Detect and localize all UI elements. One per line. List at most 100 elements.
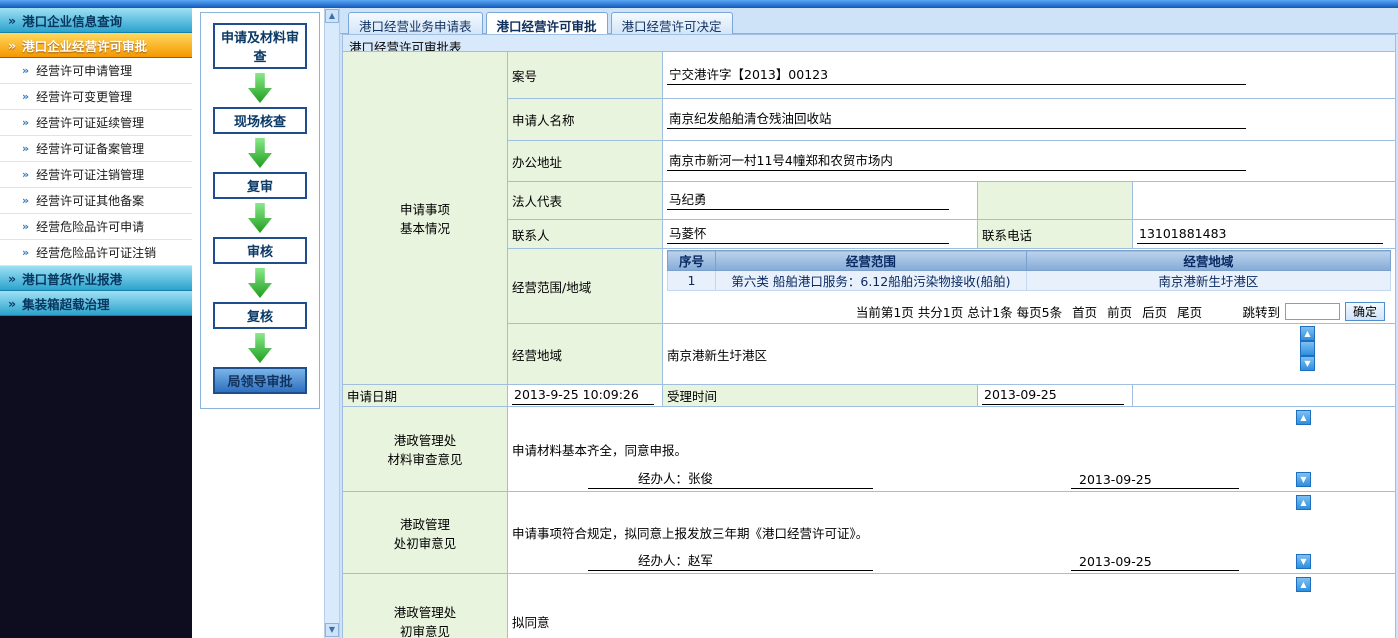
sidebar-item-dangerous-goods-apply[interactable]: » 经营危险品许可申请 — [0, 214, 192, 240]
flow-step-application-review[interactable]: 申请及材料审查 — [213, 23, 307, 69]
pagination-last-link[interactable]: 尾页 — [1177, 302, 1202, 321]
area-value[interactable]: 南京港新生圩港区 — [667, 345, 1391, 364]
sidebar-item-license-approval-group[interactable]: » 港口企业经营许可审批 — [0, 33, 192, 58]
opinion1-label-line1: 港政管理处 — [347, 430, 503, 449]
office-address-value[interactable]: 南京市新河一村11号4幢郑和农贸市场内 — [667, 152, 1246, 171]
scroll-down-icon[interactable]: ▼ — [325, 623, 339, 637]
down-arrow-icon — [248, 333, 272, 363]
case-no-value[interactable]: 宁交港许字【2013】00123 — [667, 66, 1246, 85]
section-label-line1: 申请事项 — [347, 199, 503, 218]
sidebar-item-license-record-mgmt[interactable]: » 经营许可证备案管理 — [0, 136, 192, 162]
sidebar-item-dangerous-goods-cancel[interactable]: » 经营危险品许可证注销 — [0, 240, 192, 266]
flow-step-audit[interactable]: 审核 — [213, 237, 307, 264]
opinion3-content[interactable]: 拟同意 — [512, 612, 1391, 631]
opinion2-label-line1: 港政管理 — [347, 514, 503, 533]
phone-value[interactable]: 13101881483 — [1137, 225, 1383, 244]
tab-license-approval[interactable]: 港口经营许可审批 — [486, 12, 608, 34]
scope-area-label: 经营范围/地域 — [508, 249, 663, 324]
opinion2-label-line2: 处初审意见 — [347, 533, 503, 552]
sidebar-item-label: 经营许可证注销管理 — [36, 166, 144, 183]
menu-sub-icon: » — [22, 220, 29, 233]
scope-table-row[interactable]: 1 第六类 船舶港口服务：6.12船舶污染物接收(船舶) 南京港新生圩港区 — [668, 271, 1391, 291]
scroll-up-icon[interactable]: ▲ — [325, 9, 339, 23]
accept-time-value[interactable]: 2013-09-25 — [982, 386, 1124, 405]
apply-date-value[interactable]: 2013-9-25 10:09:26 — [512, 386, 654, 405]
contact-label: 联系人 — [508, 220, 663, 249]
menu-sub-icon: » — [22, 64, 29, 77]
accept-time-label: 受理时间 — [663, 385, 978, 407]
tab-business-application-form[interactable]: 港口经营业务申请表 — [348, 12, 483, 34]
sidebar-item-label: 经营许可证延续管理 — [36, 114, 144, 131]
case-no-label: 案号 — [508, 52, 663, 99]
flow-step-re-review[interactable]: 复审 — [213, 172, 307, 199]
contact-value[interactable]: 马菱怀 — [667, 225, 949, 244]
menu-sub-icon: » — [22, 116, 29, 129]
sidebar-item-license-change-mgmt[interactable]: » 经营许可变更管理 — [0, 84, 192, 110]
flow-step-site-check[interactable]: 现场核查 — [213, 107, 307, 134]
down-arrow-icon — [248, 73, 272, 103]
sidebar-item-port-enterprise-info[interactable]: » 港口企业信息查询 — [0, 8, 192, 33]
sidebar-item-label: 港口普货作业报港 — [22, 269, 122, 288]
pagination-first-link[interactable]: 首页 — [1072, 302, 1097, 321]
legal-rep-value[interactable]: 马纪勇 — [667, 191, 949, 210]
process-flow-column: 申请及材料审查 现场核查 复审 审核 复核 局领导审批 — [192, 8, 324, 638]
sidebar-item-label: 港口企业信息查询 — [22, 11, 122, 30]
scope-row-no: 1 — [668, 271, 716, 291]
approval-form-table: 申请事项 基本情况 案号 宁交港许字【2013】00123 申请人名称 南京纪发… — [342, 51, 1396, 638]
scroll-up-icon[interactable]: ▲ — [1296, 410, 1311, 425]
empty-green-cell — [978, 182, 1133, 220]
scroll-down-icon[interactable]: ▼ — [1300, 356, 1315, 371]
flow-step-leader-approval[interactable]: 局领导审批 — [213, 367, 307, 394]
scroll-up-icon[interactable]: ▲ — [1296, 577, 1311, 592]
form-title: 港口经营许可审批表 — [342, 34, 1396, 51]
scroll-up-icon[interactable]: ▲ — [1300, 326, 1315, 341]
opinion1-date: 2013-09-25 — [1071, 472, 1239, 489]
office-address-label: 办公地址 — [508, 141, 663, 182]
area-mini-scrollbar[interactable]: ▲ ▼ — [1300, 326, 1315, 371]
tab-bar: 港口经营业务申请表 港口经营许可审批 港口经营许可决定 — [340, 8, 1398, 34]
sidebar-item-license-renewal-mgmt[interactable]: » 经营许可证延续管理 — [0, 110, 192, 136]
pagination-prev-link[interactable]: 前页 — [1107, 302, 1132, 321]
empty-cell — [1133, 385, 1396, 407]
scroll-thumb[interactable] — [1300, 341, 1315, 356]
jump-to-label: 跳转到 — [1242, 302, 1280, 321]
jump-confirm-button[interactable]: 确定 — [1345, 302, 1385, 321]
top-banner — [0, 0, 1398, 8]
scope-row-area: 南京港新生圩港区 — [1026, 271, 1390, 291]
sidebar: » 港口企业信息查询 » 港口企业经营许可审批 » 经营许可申请管理 » 经营许… — [0, 8, 192, 638]
opinion1-label-line2: 材料审查意见 — [347, 449, 503, 468]
sidebar-item-license-apply-mgmt[interactable]: » 经营许可申请管理 — [0, 58, 192, 84]
pagination-next-link[interactable]: 后页 — [1142, 302, 1167, 321]
menu-group-icon: » — [8, 38, 16, 53]
legal-rep-label: 法人代表 — [508, 182, 663, 220]
scroll-down-icon[interactable]: ▼ — [1296, 472, 1311, 487]
sidebar-filler — [0, 316, 192, 638]
scroll-up-icon[interactable]: ▲ — [1296, 495, 1311, 510]
sidebar-item-label: 集装箱超载治理 — [22, 294, 110, 313]
flow-step-recheck[interactable]: 复核 — [213, 302, 307, 329]
sidebar-item-label: 经营危险品许可申请 — [36, 218, 144, 235]
applicant-value[interactable]: 南京纪发船舶清仓残油回收站 — [667, 110, 1246, 129]
vertical-scrollbar[interactable]: ▲ ▼ — [324, 8, 340, 638]
scope-col-no-header: 序号 — [668, 251, 716, 271]
down-arrow-icon — [248, 268, 272, 298]
tab-license-decision[interactable]: 港口经营许可决定 — [611, 12, 733, 34]
menu-group-icon: » — [8, 271, 16, 286]
sidebar-item-license-other-record[interactable]: » 经营许可证其他备案 — [0, 188, 192, 214]
app-layout: » 港口企业信息查询 » 港口企业经营许可审批 » 经营许可申请管理 » 经营许… — [0, 8, 1398, 638]
scroll-down-icon[interactable]: ▼ — [1296, 554, 1311, 569]
sidebar-item-container-overload[interactable]: » 集装箱超载治理 — [0, 291, 192, 316]
scope-row-scope: 第六类 船舶港口服务：6.12船舶污染物接收(船舶) — [716, 271, 1027, 291]
sidebar-item-label: 经营许可申请管理 — [36, 62, 132, 79]
jump-page-input[interactable] — [1285, 303, 1340, 320]
section-label-line2: 基本情况 — [347, 218, 503, 237]
menu-group-icon: » — [8, 296, 16, 311]
opinion3-label-line1: 港政管理处 — [347, 602, 503, 621]
opinion2-content[interactable]: 申请事项符合规定，拟同意上报发放三年期《港口经营许可证》。 — [512, 523, 1391, 542]
sidebar-item-cargo-report[interactable]: » 港口普货作业报港 — [0, 266, 192, 291]
opinion3-label-line2: 初审意见 — [347, 621, 503, 638]
opinion1-content[interactable]: 申请材料基本齐全，同意申报。 — [512, 440, 1391, 459]
sidebar-item-license-cancel-mgmt[interactable]: » 经营许可证注销管理 — [0, 162, 192, 188]
sidebar-item-label: 经营许可证备案管理 — [36, 140, 144, 157]
sidebar-item-label: 经营许可变更管理 — [36, 88, 132, 105]
